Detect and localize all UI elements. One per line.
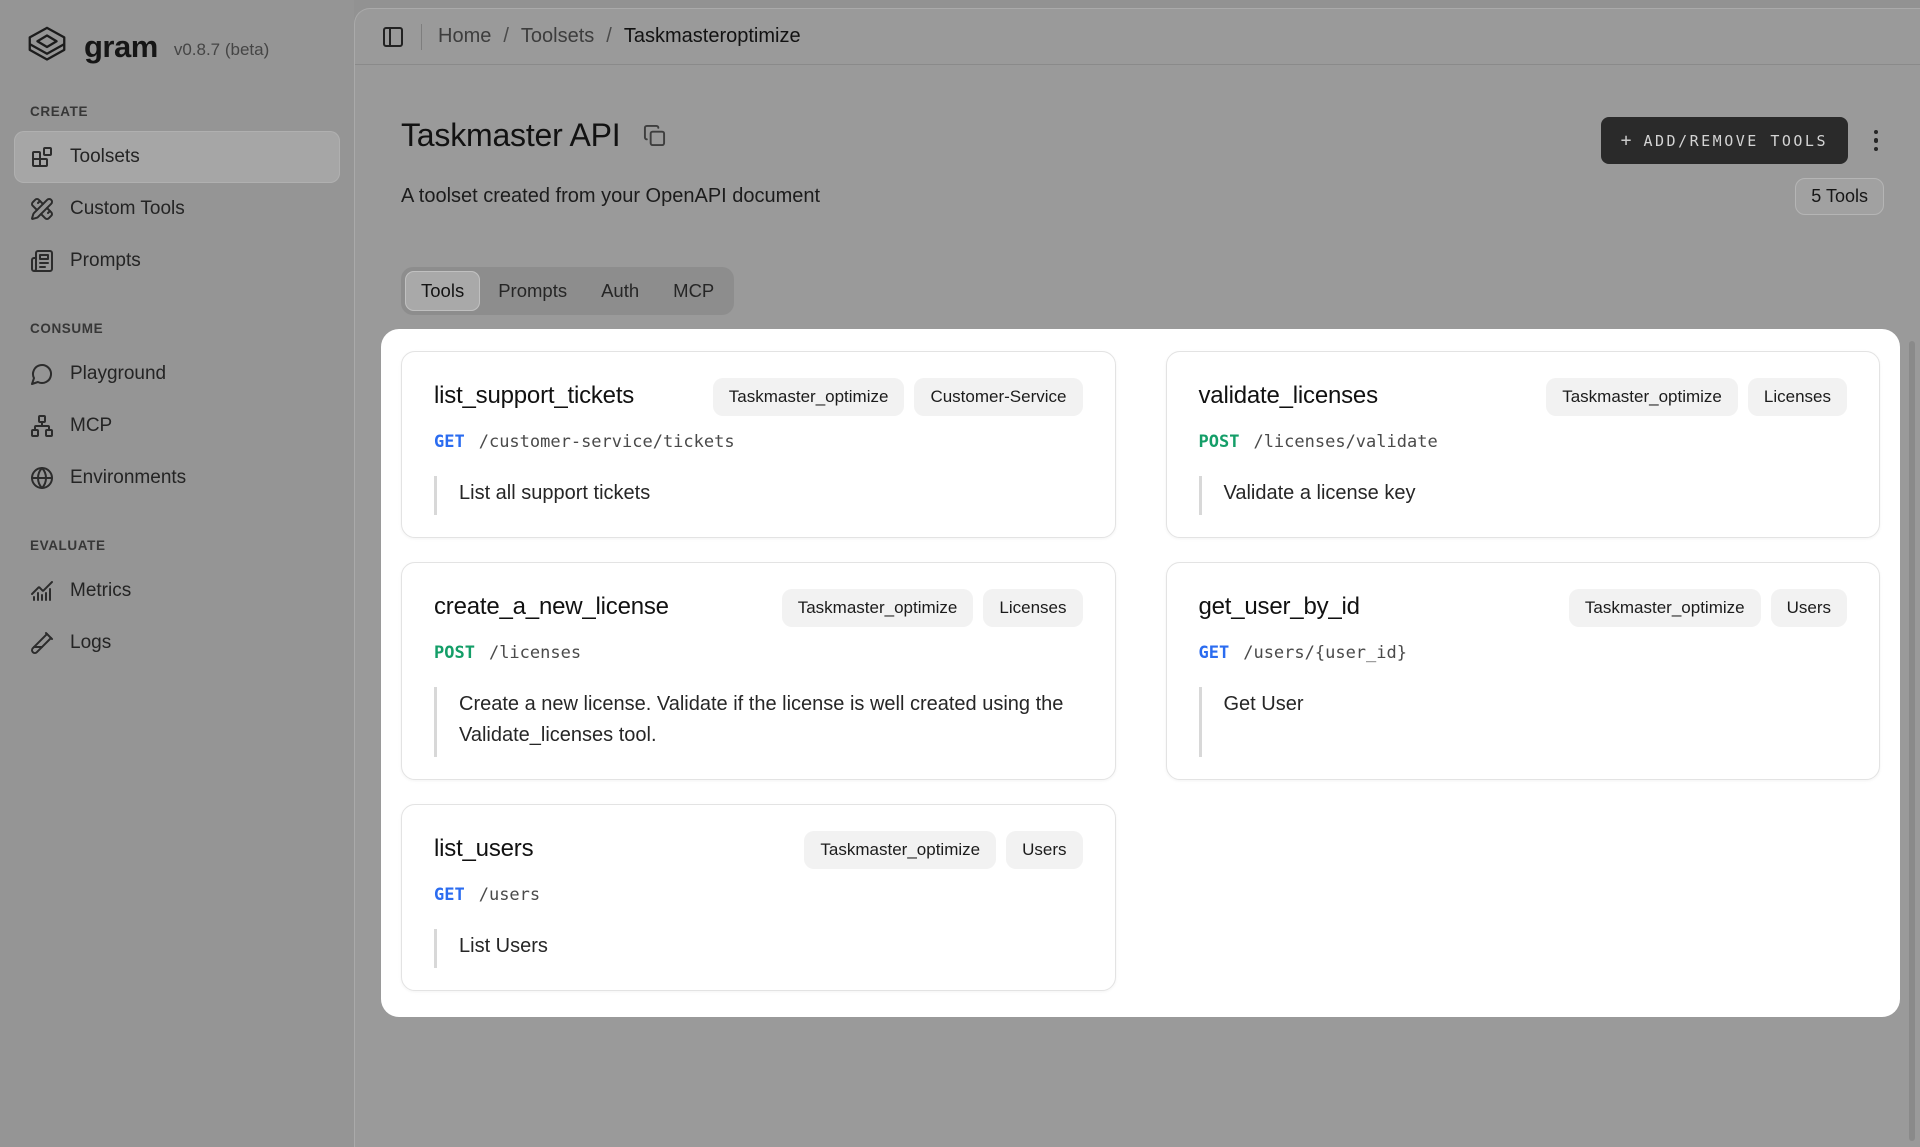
- sidebar-item-mcp[interactable]: MCP: [14, 400, 340, 452]
- network-icon: [30, 414, 54, 438]
- sidebar-item-toolsets[interactable]: Toolsets: [14, 131, 340, 183]
- tool-card-validate-licenses[interactable]: validate_licenses Taskmaster_optimize Li…: [1166, 351, 1881, 538]
- tool-name: get_user_by_id: [1199, 589, 1360, 621]
- sidebar-section-consume: CONSUME Playground MCP Environments: [14, 321, 340, 504]
- group-badge: Customer-Service: [914, 378, 1082, 416]
- source-badge: Taskmaster_optimize: [1569, 589, 1761, 627]
- sidebar-item-label: Metrics: [70, 580, 131, 602]
- newspaper-icon: [30, 249, 54, 273]
- topbar-divider: [421, 24, 422, 50]
- tools-panel: list_support_tickets Taskmaster_optimize…: [381, 329, 1900, 1017]
- add-remove-tools-button[interactable]: + ADD/REMOVE TOOLS: [1601, 117, 1848, 164]
- globe-icon: [30, 466, 54, 490]
- kebab-menu-icon[interactable]: [1868, 129, 1884, 153]
- sidebar-item-environments[interactable]: Environments: [14, 452, 340, 504]
- tool-description: List Users: [434, 929, 1074, 968]
- tool-description: Validate a license key: [1199, 476, 1839, 515]
- test-tube-icon: [30, 631, 54, 655]
- endpoint-path: /users: [479, 885, 540, 905]
- tool-name: list_support_tickets: [434, 378, 634, 410]
- tab-mcp[interactable]: MCP: [657, 271, 730, 311]
- pencil-ruler-icon: [30, 197, 54, 221]
- sidebar-item-label: Custom Tools: [70, 198, 185, 220]
- group-badge: Licenses: [983, 589, 1082, 627]
- page-subtitle: A toolset created from your OpenAPI docu…: [401, 185, 820, 208]
- blocks-icon: [30, 145, 54, 169]
- endpoint-path: /users/{user_id}: [1243, 643, 1407, 663]
- http-method: POST: [1199, 432, 1240, 452]
- section-label: EVALUATE: [14, 538, 340, 553]
- endpoint-path: /licenses: [489, 643, 581, 663]
- gram-logo-icon: [24, 22, 70, 72]
- breadcrumb-toolsets[interactable]: Toolsets: [521, 25, 594, 48]
- tab-tools[interactable]: Tools: [405, 271, 480, 311]
- chart-icon: [30, 579, 54, 603]
- tab-bar: Tools Prompts Auth MCP: [401, 267, 734, 315]
- app-name: gram: [84, 29, 158, 65]
- sidebar-item-custom-tools[interactable]: Custom Tools: [14, 183, 340, 235]
- sidebar-item-label: Logs: [70, 632, 111, 654]
- chat-bubble-icon: [30, 362, 54, 386]
- sidebar-section-create: CREATE Toolsets Custom Tools Prompts: [14, 104, 340, 287]
- tool-card-list-users[interactable]: list_users Taskmaster_optimize Users GET…: [401, 804, 1116, 991]
- breadcrumb-separator: /: [503, 25, 509, 48]
- sidebar-item-label: Playground: [70, 363, 166, 385]
- tool-card-get-user-by-id[interactable]: get_user_by_id Taskmaster_optimize Users…: [1166, 562, 1881, 780]
- page-title: Taskmaster API: [401, 117, 621, 154]
- plus-icon: +: [1621, 130, 1632, 151]
- sidebar-toggle-icon[interactable]: [381, 25, 405, 49]
- tool-description: List all support tickets: [434, 476, 1074, 515]
- group-badge: Users: [1006, 831, 1082, 869]
- breadcrumb-separator: /: [606, 25, 612, 48]
- breadcrumb: Home / Toolsets / Taskmasteroptimize: [438, 25, 801, 48]
- logo[interactable]: gram v0.8.7 (beta): [14, 18, 340, 76]
- copy-icon[interactable]: [643, 124, 666, 147]
- sidebar-item-playground[interactable]: Playground: [14, 348, 340, 400]
- http-method: GET: [1199, 643, 1230, 663]
- endpoint-path: /licenses/validate: [1253, 432, 1437, 452]
- http-method: GET: [434, 432, 465, 452]
- group-badge: Licenses: [1748, 378, 1847, 416]
- sidebar-item-label: Environments: [70, 467, 186, 489]
- breadcrumb-current: Taskmasteroptimize: [624, 25, 801, 48]
- breadcrumb-home[interactable]: Home: [438, 25, 491, 48]
- tool-description: Create a new license. Validate if the li…: [434, 687, 1074, 757]
- source-badge: Taskmaster_optimize: [1546, 378, 1738, 416]
- section-label: CONSUME: [14, 321, 340, 336]
- tools-count-badge: 5 Tools: [1795, 178, 1884, 215]
- tool-name: create_a_new_license: [434, 589, 669, 621]
- sidebar-section-evaluate: EVALUATE Metrics Logs: [14, 538, 340, 669]
- section-label: CREATE: [14, 104, 340, 119]
- source-badge: Taskmaster_optimize: [713, 378, 905, 416]
- scrollbar[interactable]: [1909, 341, 1915, 1141]
- group-badge: Users: [1771, 589, 1847, 627]
- content: Taskmaster API + ADD/REMOVE TOOLS A tool…: [355, 65, 1920, 1017]
- sidebar-item-label: MCP: [70, 415, 112, 437]
- tool-card-create-a-new-license[interactable]: create_a_new_license Taskmaster_optimize…: [401, 562, 1116, 780]
- http-method: GET: [434, 885, 465, 905]
- source-badge: Taskmaster_optimize: [782, 589, 974, 627]
- sidebar-item-prompts[interactable]: Prompts: [14, 235, 340, 287]
- endpoint-path: /customer-service/tickets: [479, 432, 735, 452]
- main-panel: Home / Toolsets / Taskmasteroptimize Tas…: [354, 8, 1920, 1147]
- app-version: v0.8.7 (beta): [174, 40, 269, 60]
- tab-auth[interactable]: Auth: [585, 271, 655, 311]
- tab-prompts[interactable]: Prompts: [482, 271, 583, 311]
- topbar: Home / Toolsets / Taskmasteroptimize: [355, 9, 1920, 65]
- tool-card-list-support-tickets[interactable]: list_support_tickets Taskmaster_optimize…: [401, 351, 1116, 538]
- sidebar: gram v0.8.7 (beta) CREATE Toolsets Custo…: [0, 0, 354, 1147]
- source-badge: Taskmaster_optimize: [804, 831, 996, 869]
- sidebar-item-logs[interactable]: Logs: [14, 617, 340, 669]
- sidebar-item-label: Prompts: [70, 250, 141, 272]
- sidebar-item-label: Toolsets: [70, 146, 140, 168]
- http-method: POST: [434, 643, 475, 663]
- tool-name: validate_licenses: [1199, 378, 1378, 410]
- add-remove-tools-label: ADD/REMOVE TOOLS: [1644, 132, 1829, 150]
- sidebar-item-metrics[interactable]: Metrics: [14, 565, 340, 617]
- tool-name: list_users: [434, 831, 533, 863]
- tool-description: Get User: [1199, 687, 1839, 757]
